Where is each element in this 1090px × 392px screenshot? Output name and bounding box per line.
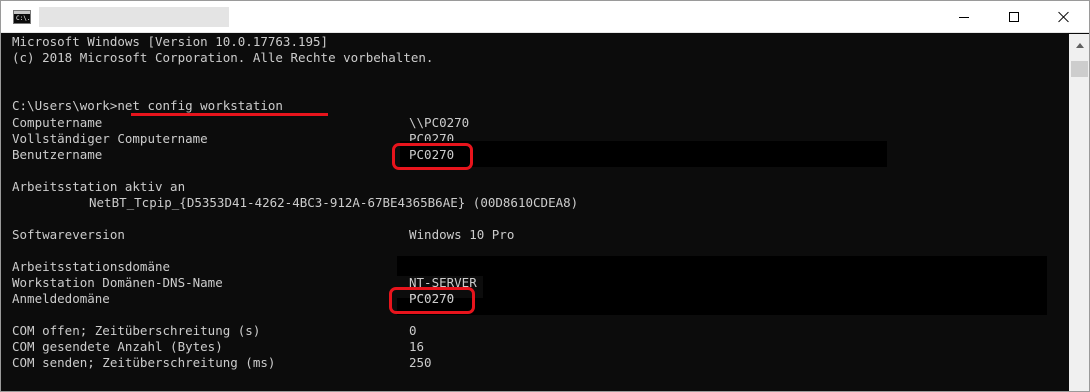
console-window: C:\. Microsoft Windows [Version 10.0.177… bbox=[0, 0, 1090, 392]
scroll-up-button[interactable] bbox=[1069, 34, 1089, 56]
row-label-dns-name: Workstation Domänen-DNS-Name bbox=[12, 275, 223, 290]
redaction-block bbox=[400, 141, 887, 167]
row-value-softwareversion: Windows 10 Pro bbox=[409, 227, 515, 242]
header-version-line: Microsoft Windows [Version 10.0.17763.19… bbox=[12, 34, 329, 49]
row-label-arbeitsstationsdomaene: Arbeitsstationsdomäne bbox=[12, 259, 171, 274]
console-output[interactable]: Microsoft Windows [Version 10.0.17763.19… bbox=[1, 34, 1069, 391]
close-button[interactable] bbox=[1041, 1, 1087, 33]
row-value-com-offen: 0 bbox=[409, 323, 417, 338]
header-copyright-line: (c) 2018 Microsoft Corporation. Alle Rec… bbox=[12, 50, 434, 65]
row-label-full-computername: Vollständiger Computername bbox=[12, 131, 208, 146]
maximize-icon bbox=[1009, 12, 1019, 22]
row-label-softwareversion: Softwareversion bbox=[12, 227, 125, 242]
close-icon bbox=[1058, 11, 1070, 23]
row-value-com-senden: 250 bbox=[409, 355, 432, 370]
row-netbt-transport: NetBT_Tcpip_{D5353D41-4262-4BC3-912A-67B… bbox=[89, 195, 579, 210]
scroll-thumb[interactable] bbox=[1071, 61, 1088, 77]
row-label-com-senden: COM senden; Zeitüberschreitung (ms) bbox=[12, 355, 276, 370]
minimize-icon bbox=[959, 16, 969, 18]
row-label-computername: Computername bbox=[12, 115, 103, 130]
vertical-scrollbar[interactable] bbox=[1069, 34, 1089, 391]
row-label-arbeitsstation-aktiv: Arbeitsstation aktiv an bbox=[12, 179, 186, 194]
window-title-redacted bbox=[39, 7, 229, 27]
row-label-anmeldedomaene: Anmeldedomäne bbox=[12, 291, 110, 306]
anmeldedomaene-highlight-box bbox=[389, 287, 475, 314]
row-value-com-anzahl: 16 bbox=[409, 339, 425, 354]
benutzername-highlight-box bbox=[392, 143, 473, 170]
app-icon-label: C:\. bbox=[16, 15, 31, 22]
redaction-block-dns bbox=[483, 275, 1047, 315]
chevron-up-icon bbox=[1075, 42, 1084, 48]
row-label-com-anzahl: COM gesendete Anzahl (Bytes) bbox=[12, 339, 223, 354]
row-value-computername: \\PC0270 bbox=[409, 115, 470, 130]
row-label-com-offen: COM offen; Zeitüberschreitung (s) bbox=[12, 323, 261, 338]
minimize-button[interactable] bbox=[941, 1, 987, 33]
console-app-icon[interactable]: C:\. bbox=[13, 10, 31, 24]
maximize-button[interactable] bbox=[991, 1, 1037, 33]
command-prompt-line: C:\Users\work>net config workstation bbox=[12, 98, 283, 113]
row-label-benutzername: Benutzername bbox=[12, 147, 103, 162]
command-underline-highlight bbox=[131, 113, 328, 116]
title-bar[interactable]: C:\. bbox=[1, 1, 1089, 33]
